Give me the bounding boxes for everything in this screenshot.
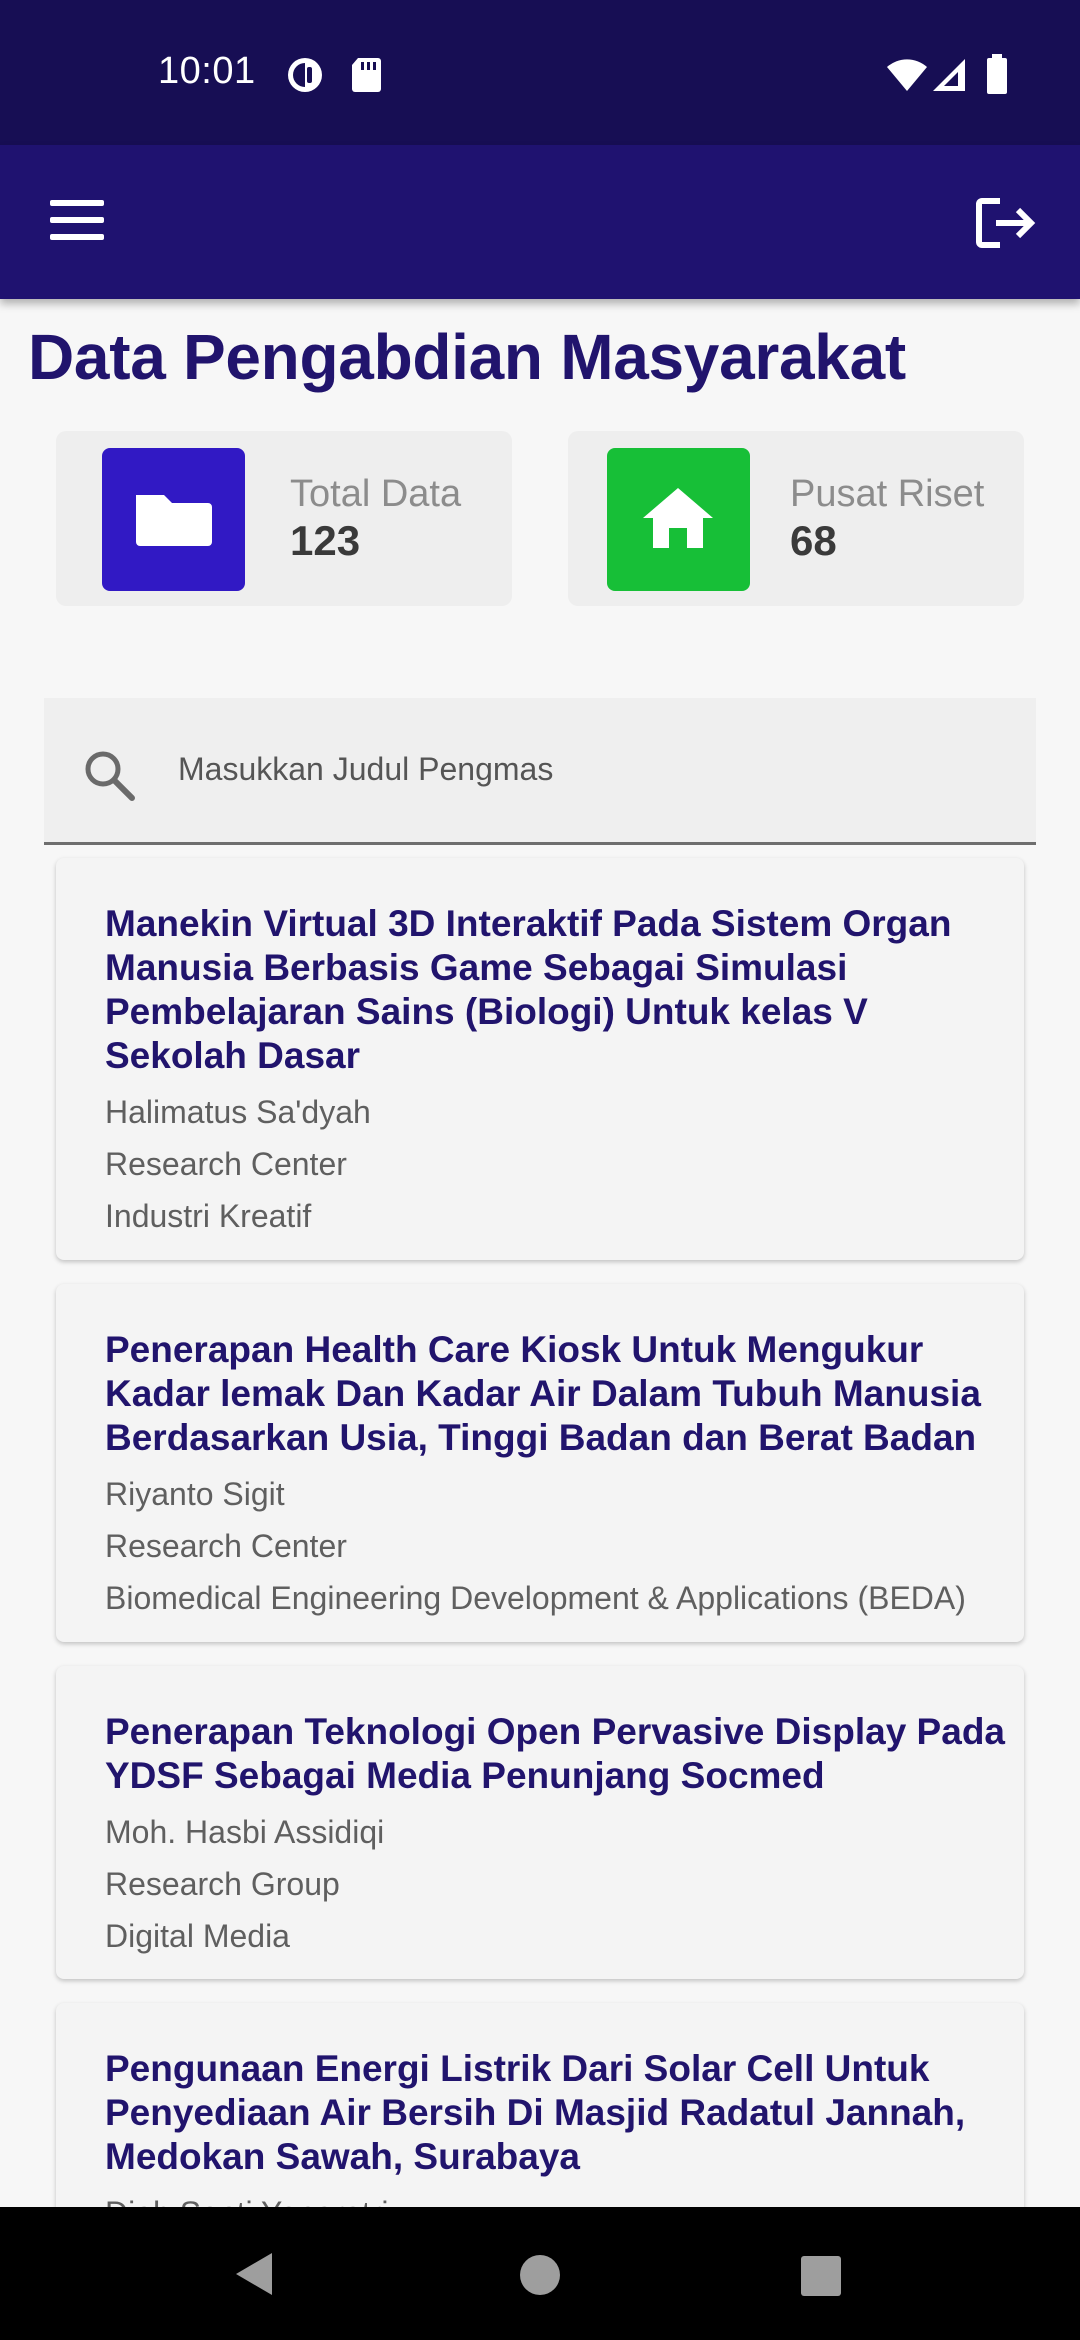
search-input[interactable]: [176, 738, 1000, 800]
battery-icon: [987, 54, 1007, 94]
cell-signal-icon: [933, 59, 965, 91]
item-title: Penerapan Health Care Kiosk Untuk Menguk…: [105, 1329, 981, 1458]
recents-icon[interactable]: [800, 2255, 842, 2297]
folder-icon: [102, 448, 245, 591]
home-icon: [607, 448, 750, 591]
item-title: Manekin Virtual 3D Interaktif Pada Siste…: [105, 903, 952, 1076]
stat-card-total-data: Total Data 123: [56, 431, 512, 606]
list-item[interactable]: Penerapan Teknologi Open Pervasive Displ…: [56, 1666, 1024, 1979]
list-item[interactable]: Manekin Virtual 3D Interaktif Pada Siste…: [56, 858, 1024, 1260]
item-type: Research Group: [105, 1866, 340, 1902]
logout-icon[interactable]: [974, 195, 1038, 251]
item-author: Halimatus Sa'dyah: [105, 1094, 371, 1130]
stat-value: 123: [290, 517, 361, 564]
list-item[interactable]: Penerapan Health Care Kiosk Untuk Menguk…: [56, 1284, 1024, 1642]
item-author: Diah Septi Yanaratri: [105, 2187, 1024, 2207]
pengmas-list: Manekin Virtual 3D Interaktif Pada Siste…: [0, 845, 1080, 2207]
item-title: Penerapan Teknologi Open Pervasive Displ…: [105, 1711, 1005, 1796]
status-bar: 10:01: [0, 0, 1080, 145]
status-time: 10:01: [158, 50, 256, 92]
home-circle-icon[interactable]: [519, 2254, 561, 2296]
data-saver-icon: [288, 58, 322, 92]
item-title: Pengunaan Energi Listrik Dari Solar Cell…: [105, 2048, 966, 2177]
stat-label: Total Data: [290, 473, 462, 515]
page-title: Data Pengabdian Masyarakat: [28, 321, 906, 393]
search-box: [44, 698, 1036, 845]
list-item[interactable]: Pengunaan Energi Listrik Dari Solar Cell…: [56, 2003, 1024, 2207]
item-group: Digital Media: [105, 1918, 290, 1954]
app-bar: [0, 145, 1080, 299]
search-icon: [85, 751, 135, 801]
system-nav-bar: [0, 2207, 1080, 2340]
back-icon[interactable]: [234, 2251, 274, 2297]
item-author: Riyanto Sigit: [105, 1476, 285, 1512]
item-group: Industri Kreatif: [105, 1198, 312, 1234]
wifi-icon: [887, 59, 927, 91]
stat-label: Pusat Riset: [790, 473, 985, 515]
sd-card-icon: [352, 58, 381, 92]
item-author: Moh. Hasbi Assidiqi: [105, 1814, 385, 1850]
item-type: Research Center: [105, 1146, 347, 1182]
stat-card-pusat-riset: Pusat Riset 68: [568, 431, 1024, 606]
item-group: Biomedical Engineering Development & App…: [105, 1580, 966, 1616]
hamburger-menu-icon[interactable]: [50, 200, 104, 244]
item-type: Research Center: [105, 1528, 347, 1564]
stat-value: 68: [790, 517, 837, 564]
